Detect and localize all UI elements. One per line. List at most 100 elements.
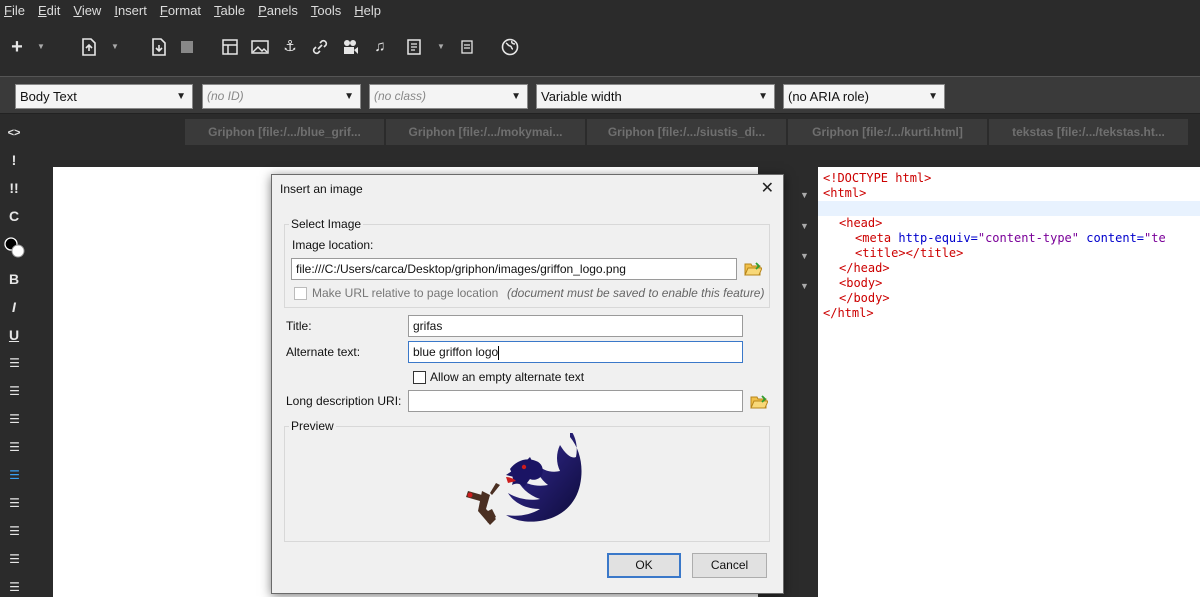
outdent-icon[interactable]: ☰ [4, 409, 24, 429]
cancel-button[interactable]: Cancel [692, 553, 767, 578]
menu-format[interactable]: Format [160, 3, 201, 18]
bold-icon[interactable]: B [4, 269, 24, 289]
allow-empty-alt-checkbox[interactable] [413, 371, 426, 384]
image-icon[interactable] [251, 38, 269, 56]
align-center-icon[interactable]: ☰ [4, 493, 24, 513]
menu-tools[interactable]: Tools [311, 3, 341, 18]
video-icon[interactable] [341, 38, 359, 56]
image-location-input[interactable]: file:///C:/Users/carca/Desktop/griphon/i… [291, 258, 737, 280]
justify-icon[interactable]: ☰ [4, 549, 24, 569]
fold-arrow-icon[interactable]: ▼ [800, 281, 809, 291]
long-description-label: Long description URI: [286, 394, 402, 408]
menu-label-rest: elp [363, 2, 381, 18]
menu-insert[interactable]: Insert [114, 3, 147, 18]
menu-panels[interactable]: Panels [258, 3, 298, 18]
folder-open-icon[interactable] [750, 394, 769, 410]
italic-icon[interactable]: I [4, 297, 24, 317]
meta-value: "content-type" [977, 231, 1079, 245]
document-tab[interactable]: Griphon [file:/.../siustis_di... [587, 119, 786, 145]
source-line: </html> [823, 306, 874, 320]
menu-accelerator: V [73, 2, 82, 18]
form-icon[interactable] [406, 38, 424, 56]
source-current-line [818, 201, 1200, 216]
source-line: </head> [839, 261, 890, 275]
menu-label-rest: ools [317, 2, 342, 18]
title-input[interactable]: grifas [408, 315, 743, 337]
menu-label-rest: nsert [117, 2, 147, 18]
menu-accelerator: F [4, 2, 12, 18]
numbered-list-icon[interactable]: ☰ [4, 381, 24, 401]
menu-table[interactable]: Table [214, 3, 245, 18]
width-select[interactable]: Variable width ▼ [536, 84, 775, 109]
menu-label-rest: anels [266, 2, 298, 18]
folder-open-icon[interactable] [744, 261, 763, 277]
menu-view[interactable]: View [73, 3, 101, 18]
fold-arrow-icon[interactable]: ▼ [800, 221, 809, 231]
align-left-icon[interactable]: ☰ [4, 465, 24, 485]
menu-help[interactable]: Help [354, 3, 381, 18]
griffon-logo-preview [466, 433, 582, 525]
paragraph-style-select[interactable]: Body Text ▼ [15, 84, 193, 109]
open-file-icon[interactable] [80, 38, 98, 56]
long-description-input[interactable] [408, 390, 743, 412]
dialog-title: Insert an image [280, 182, 363, 196]
form-dropdown-icon[interactable]: ▼ [437, 42, 445, 51]
document-tab[interactable]: Griphon [file:/.../kurti.html] [788, 119, 987, 145]
emphasis-icon[interactable]: ! [4, 150, 24, 170]
link-icon[interactable] [311, 38, 329, 56]
source-line: <meta http-equiv="content-type" content=… [855, 231, 1166, 246]
chevron-down-icon: ▼ [928, 91, 938, 102]
ok-button[interactable]: OK [607, 553, 681, 578]
open-dropdown-icon[interactable]: ▼ [111, 42, 119, 51]
document-tab[interactable]: Griphon [file:/.../blue_grif... [185, 119, 384, 145]
citation-icon[interactable]: C [4, 206, 24, 226]
bullet-list-icon[interactable]: ☰ [4, 353, 24, 373]
more-icon[interactable]: ☰ [4, 577, 24, 597]
source-line: </body> [839, 291, 890, 305]
relative-url-note: (document must be saved to enable this f… [507, 286, 765, 300]
alt-text-value: blue griffon logo [413, 345, 499, 359]
align-right-icon[interactable]: ☰ [4, 521, 24, 541]
anchor-icon[interactable]: ⚓ [281, 38, 299, 56]
document-tab[interactable]: Griphon [file:/.../mokymai... [386, 119, 585, 145]
meta-tag: <meta [855, 231, 892, 245]
document-tab[interactable]: tekstas [file:/.../tekstas.ht... [989, 119, 1188, 145]
left-format-toolbar: <> ! !! C B I U ☰ ☰ ☰ ☰ ☰ ☰ ☰ ☰ ☰ [0, 116, 28, 597]
meta-value: "te [1144, 231, 1166, 245]
aria-role-value: (no ARIA role) [788, 89, 869, 104]
menu-edit[interactable]: Edit [38, 3, 60, 18]
code-view-icon[interactable]: <> [4, 123, 24, 143]
document-properties-icon[interactable] [458, 38, 476, 56]
menu-accelerator: F [159, 2, 168, 18]
text-caret [498, 345, 500, 360]
menu-bar: File Edit View Insert Format Table Panels Tools… [0, 0, 1200, 20]
color-icon[interactable] [4, 234, 25, 258]
table-icon[interactable] [221, 38, 239, 56]
stop-icon[interactable] [178, 38, 196, 56]
menu-accelerator: P [258, 2, 267, 18]
save-icon[interactable] [150, 38, 168, 56]
new-icon[interactable]: + [8, 37, 26, 57]
source-line: <head> [839, 216, 883, 230]
fold-arrow-icon[interactable]: ▼ [800, 251, 809, 261]
id-select[interactable]: (no ID) ▼ [202, 84, 361, 109]
new-dropdown-icon[interactable]: ▼ [37, 42, 45, 51]
aria-role-select[interactable]: (no ARIA role) ▼ [783, 84, 945, 109]
source-pane[interactable]: <!DOCTYPE html> <html> <head> <meta http… [818, 167, 1200, 597]
strong-icon[interactable]: !! [4, 178, 24, 198]
fold-arrow-icon[interactable]: ▼ [800, 190, 809, 200]
globe-icon[interactable] [501, 38, 519, 56]
relative-url-checkbox[interactable] [294, 287, 307, 300]
menu-file[interactable]: File [4, 3, 25, 18]
menu-accelerator: H [354, 2, 364, 18]
close-icon[interactable]: ✕ [761, 178, 774, 198]
chevron-down-icon: ▼ [176, 91, 186, 102]
audio-icon[interactable]: ♫ [371, 38, 389, 56]
menu-label-rest: ormat [167, 2, 202, 18]
chevron-down-icon: ▼ [344, 91, 354, 102]
indent-icon[interactable]: ☰ [4, 437, 24, 457]
underline-icon[interactable]: U [4, 325, 24, 345]
class-select[interactable]: (no class) ▼ [369, 84, 528, 109]
preview-legend: Preview [289, 419, 336, 433]
alt-text-input[interactable]: blue griffon logo [408, 341, 743, 363]
